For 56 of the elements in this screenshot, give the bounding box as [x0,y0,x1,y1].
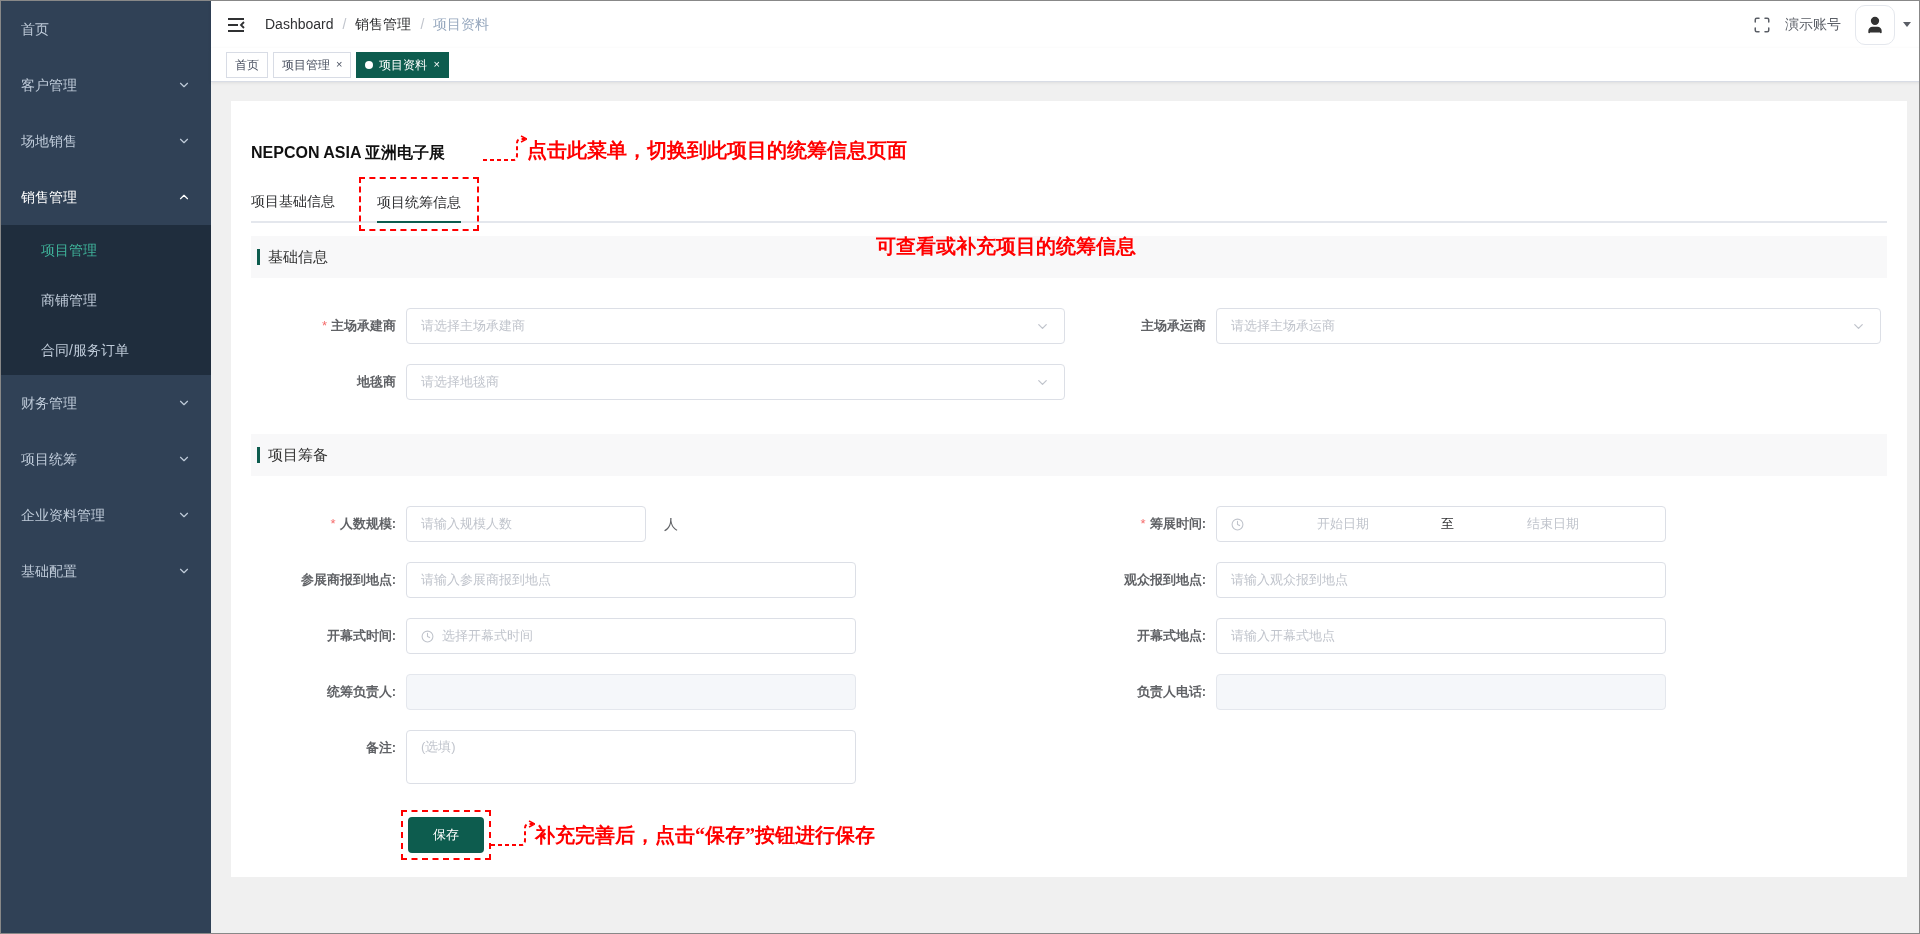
field-label: 参展商报到地点: [300,571,396,590]
tab[interactable]: 项目基础信息 [251,181,335,221]
field-label: 地毯商 [357,373,396,392]
tab[interactable]: 项目统筹信息 [377,183,461,223]
menu-item[interactable]: 财务管理 [1,375,211,431]
unit-label: 人 [664,514,678,534]
breadcrumb-separator: / [342,15,347,34]
field-label: 人数规模: [339,515,396,534]
menu-item[interactable]: 首页 [1,1,211,57]
menu-item[interactable]: 场地销售 [1,113,211,169]
field-label: 筹展时间: [1149,515,1206,534]
submenu-item[interactable]: 项目管理 [1,225,211,275]
field-label: 负责人电话: [1136,683,1206,702]
field-label: 主场承建商 [331,317,396,336]
caret-icon[interactable] [1903,22,1911,27]
field-label: 备注: [365,739,396,758]
section-header: 项目筹备 [251,434,1887,476]
close-icon[interactable]: × [433,59,440,70]
breadcrumb-item[interactable]: 销售管理 [355,14,412,35]
fullscreen-icon[interactable] [1753,15,1771,34]
required-mark: * [321,317,327,336]
date-range-field[interactable]: 开始日期 至 结束日期 [1216,506,1666,542]
menu-item[interactable]: 基础配置 [1,543,211,599]
section-bar-icon [257,447,260,463]
field-label: 主场承运商 [1141,317,1206,336]
field-label: 观众报到地点: [1123,571,1206,590]
annotation-text: 补充完善后，点击“保存”按钮进行保存 [535,823,875,848]
menu-item[interactable]: 项目统筹 [1,431,211,487]
avatar[interactable] [1855,4,1895,45]
submenu-item[interactable]: 商铺管理 [1,275,211,325]
breadcrumb-separator: / [420,15,425,34]
user-name: 演示账号 [1785,15,1841,34]
section-bar-icon [257,249,260,265]
user-icon [1865,14,1885,35]
menu-item[interactable]: 客户管理 [1,57,211,113]
field-label: 统筹负责人: [326,683,396,702]
page-tag[interactable]: 项目管理 × [273,51,352,78]
page-tag[interactable]: 项目资料 × [356,51,449,78]
breadcrumb-item[interactable]: Dashboard [265,14,334,35]
field-label: 开幕式地点: [1136,627,1206,646]
menu-item[interactable]: 销售管理 [1,169,211,225]
clock-icon [1231,517,1244,531]
close-icon[interactable]: × [336,59,343,70]
page-title: NEPCON ASIA 亚洲电子展 [251,143,446,163]
breadcrumb-item: 项目资料 [433,15,490,34]
field-label: 开幕式时间: [326,627,396,646]
required-mark: * [1140,515,1146,534]
menu-fold-icon[interactable] [227,17,245,32]
save-button[interactable]: 保存 [408,817,484,853]
menu-item[interactable]: 企业资料管理 [1,487,211,543]
page-tag[interactable]: 首页 [226,51,268,78]
required-mark: * [330,515,336,534]
submenu-item[interactable]: 合同/服务订单 [1,325,211,375]
annotation-text: 点击此菜单，切换到此项目的统筹信息页面 [527,138,907,163]
clock-icon [421,629,434,643]
annotation-text: 可查看或补充项目的统筹信息 [876,234,1136,259]
